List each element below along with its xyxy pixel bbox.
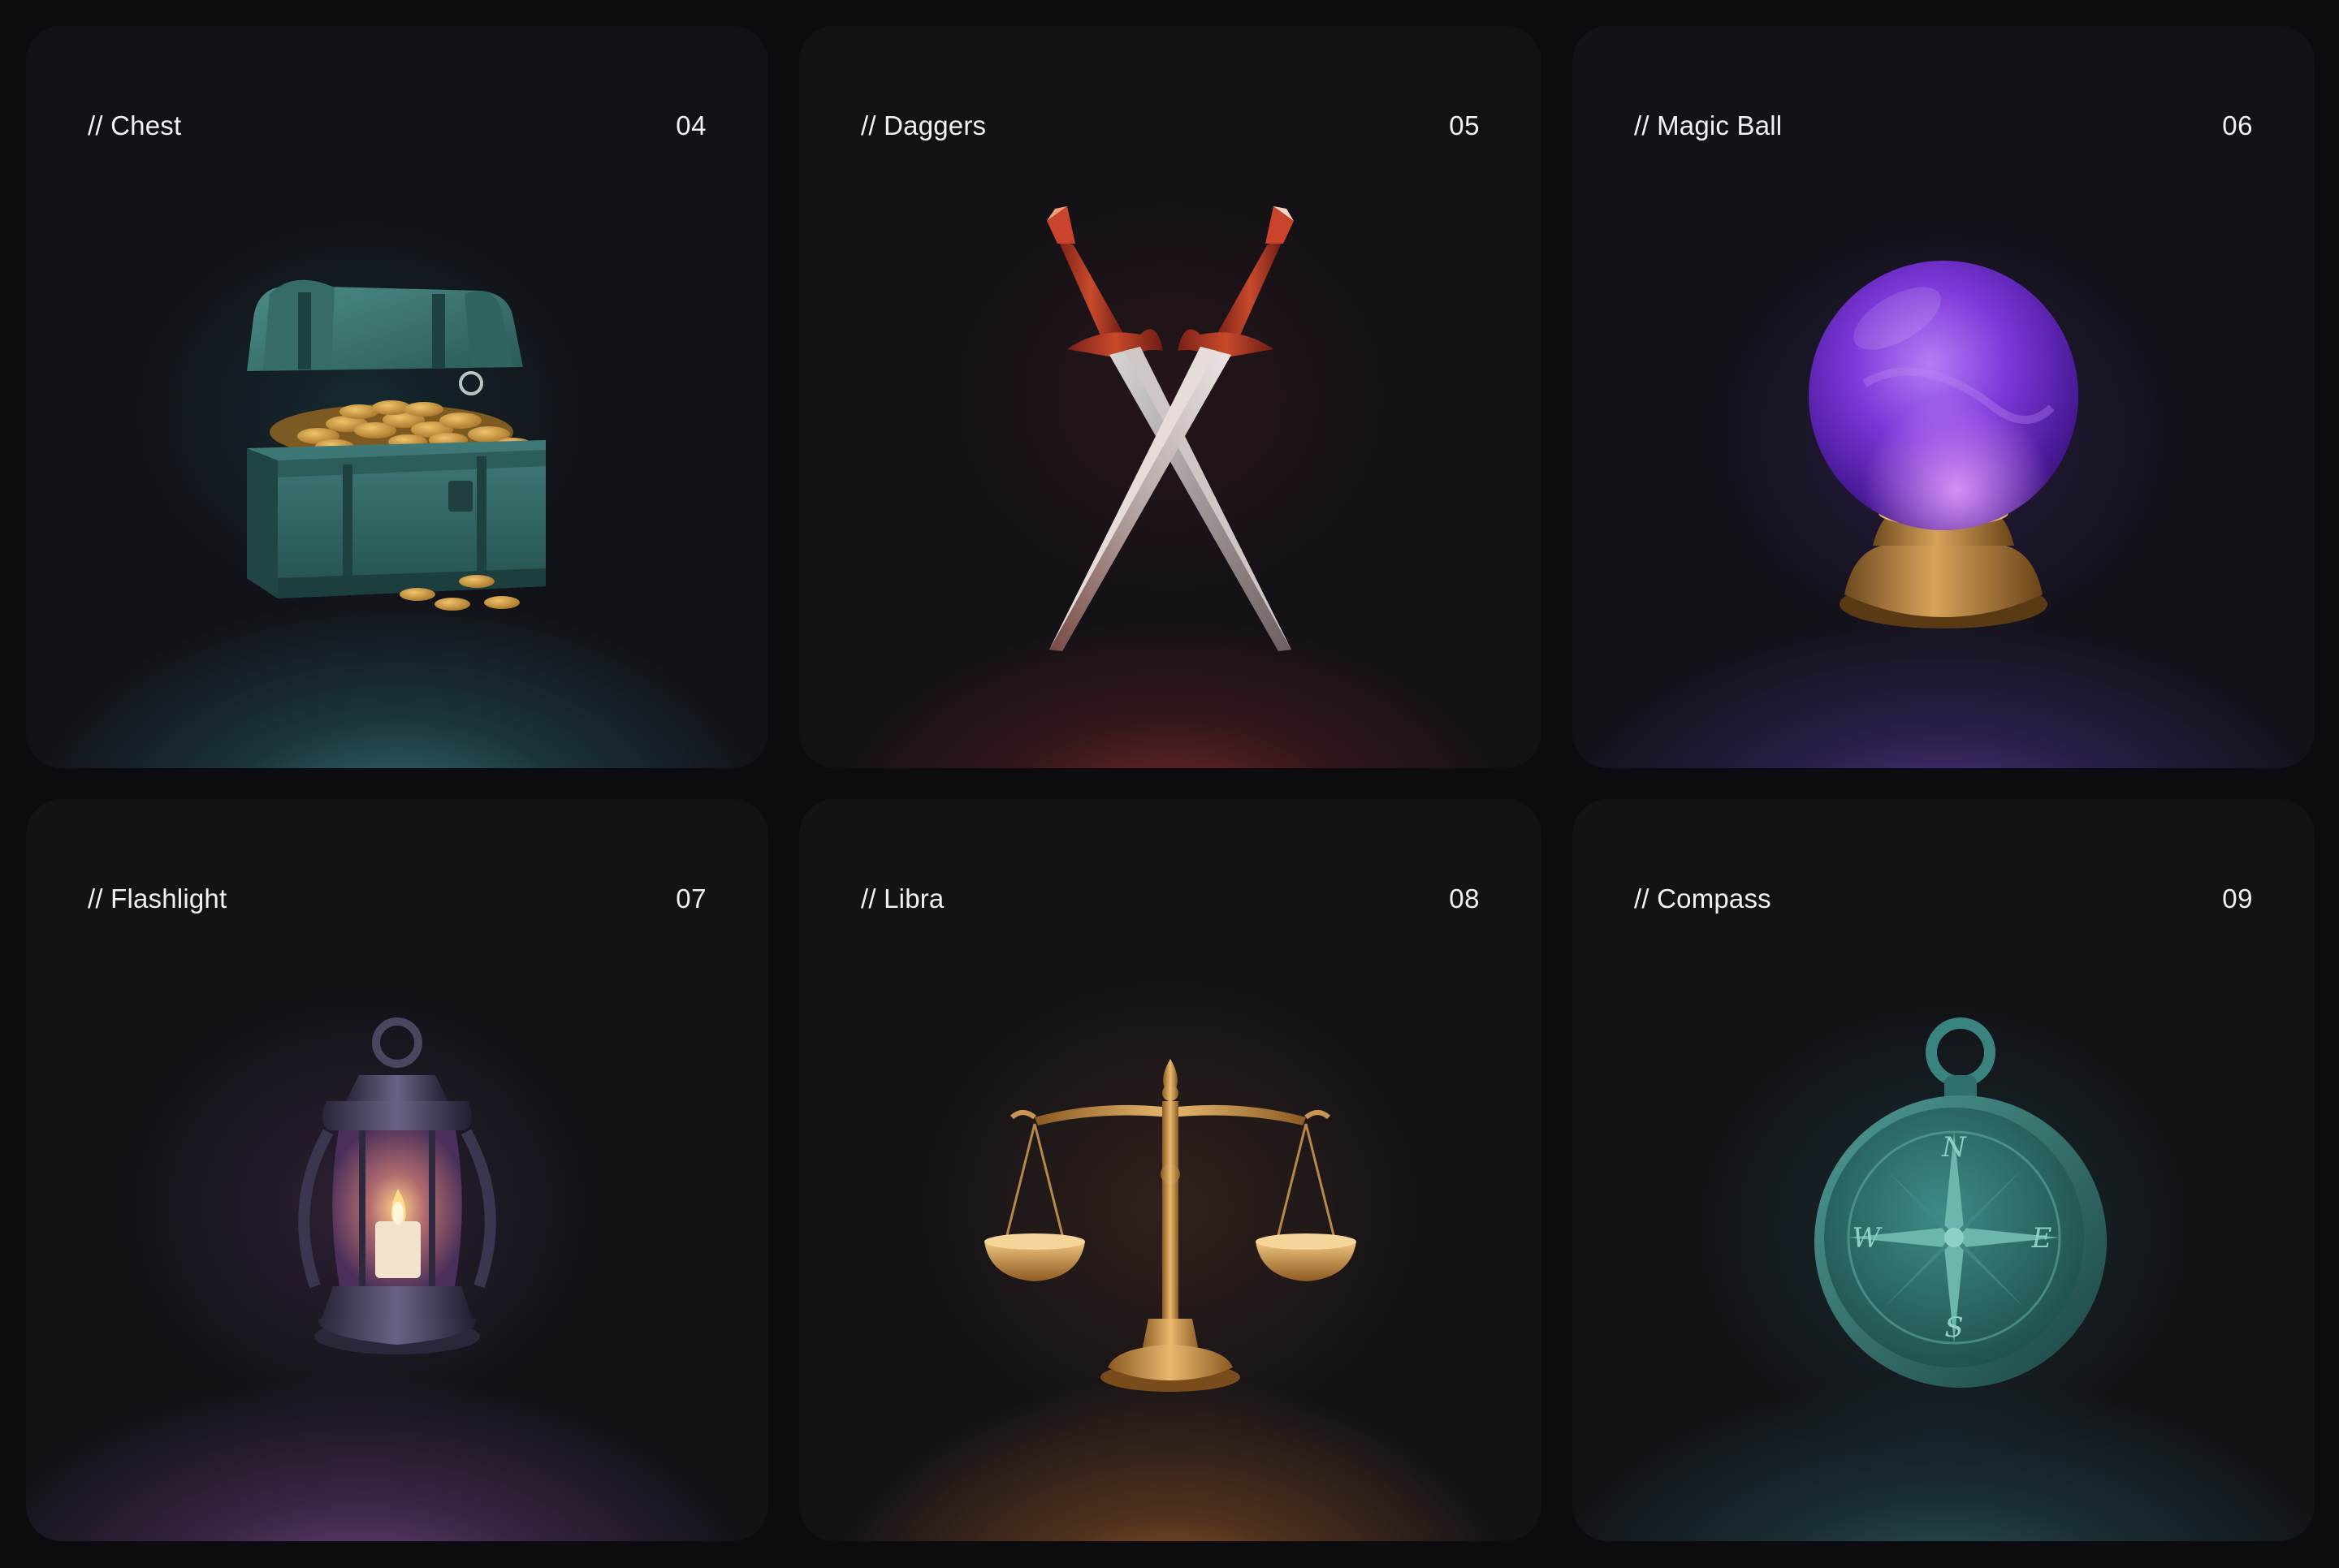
card-libra[interactable]: // Libra 08 <box>799 799 1541 1541</box>
compass-letter-n: N <box>1941 1131 1967 1164</box>
card-daggers[interactable]: // Daggers 05 <box>799 26 1541 768</box>
scales-icon <box>984 1059 1356 1392</box>
compass-letter-s: S <box>1944 1311 1963 1344</box>
compass-letter-w: W <box>1853 1222 1883 1255</box>
card-flashlight[interactable]: // Flashlight 07 <box>26 799 768 1541</box>
compass-icon: N E S W <box>1814 1017 2107 1388</box>
card-chest[interactable]: // Chest 04 <box>26 26 768 768</box>
card-magic-ball[interactable]: // Magic Ball 06 <box>1572 26 2315 768</box>
crystal-ball-icon <box>1809 261 2078 628</box>
icon-gallery-grid: // Chest 04 // Daggers 05 // Magic Ball … <box>26 26 2315 1541</box>
treasure-chest-icon <box>247 279 546 611</box>
compass-letter-e: E <box>2031 1222 2052 1255</box>
crossed-daggers-icon <box>1047 206 1294 651</box>
card-compass[interactable]: // Compass 09 N E S W <box>1572 799 2315 1541</box>
lantern-icon <box>298 1017 496 1354</box>
